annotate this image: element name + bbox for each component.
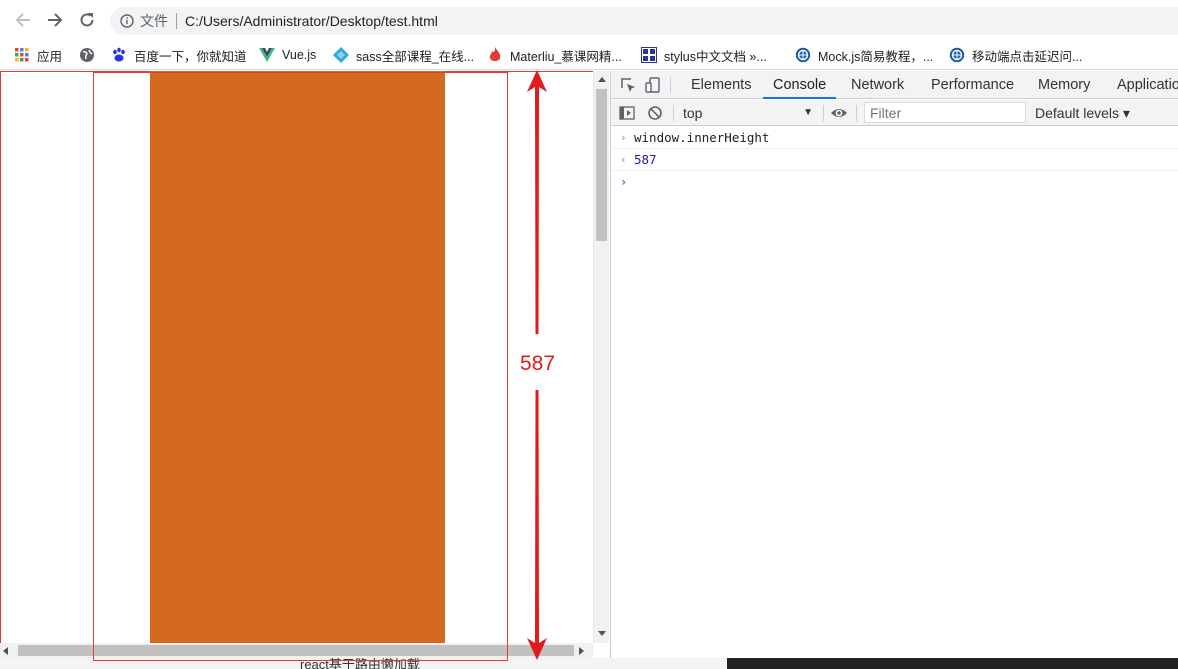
tab-elements[interactable]: Elements	[691, 71, 751, 99]
info-icon[interactable]	[120, 14, 134, 28]
device-toolbar-icon[interactable]	[644, 76, 662, 94]
reload-button[interactable]	[75, 8, 99, 32]
bookmark-stylus[interactable]: stylus中文文档 »...	[641, 44, 767, 66]
bookmark-sass[interactable]: sass全部课程_在线...	[333, 44, 474, 66]
toolbar-separator	[673, 105, 674, 121]
toolbar-separator	[823, 105, 824, 121]
console-prompt-row[interactable]: ›	[611, 171, 1178, 193]
mock-globe-icon	[795, 47, 811, 63]
bookmark-label: Mock.js简易教程，...	[818, 49, 934, 64]
clear-console-icon[interactable]	[647, 105, 663, 121]
bookmark-mockjs[interactable]: Mock.js简易教程，...	[795, 44, 933, 66]
bookmark-label: 应用	[37, 49, 63, 64]
input-chevron-icon: ›	[620, 131, 627, 144]
orange-block	[150, 71, 445, 643]
tab-separator	[670, 77, 671, 93]
globe-icon	[79, 47, 95, 63]
baidu-paw-icon	[111, 47, 127, 63]
flame-icon	[487, 47, 503, 63]
bookmark-apps[interactable]: 应用	[14, 44, 62, 66]
page-viewport	[0, 71, 593, 643]
bookmark-label: sass全部课程_在线...	[356, 49, 475, 64]
console-result-value: 587	[634, 152, 657, 167]
tab-console[interactable]: Console	[763, 71, 837, 99]
bookmark-materliu[interactable]: Materliu_慕课网精...	[487, 44, 622, 66]
apps-grid-icon	[14, 47, 30, 63]
bookmark-globe[interactable]	[79, 44, 102, 66]
url-text[interactable]: C:/Users/Administrator/Desktop/test.html	[185, 13, 438, 29]
bookmarks-bar: 应用 百度一下，你就知道 Vue.js sass全部课程_在线... Mater…	[0, 40, 1178, 70]
arrow-right-icon	[48, 13, 63, 27]
tab-memory[interactable]: Memory	[1038, 71, 1090, 99]
tab-application[interactable]: Applicatio	[1117, 71, 1178, 99]
console-input-text: window.innerHeight	[634, 130, 770, 145]
toolbar-separator	[856, 105, 857, 121]
horizontal-scrollbar[interactable]	[0, 643, 593, 658]
arrow-left-icon	[15, 13, 30, 27]
background-dark-panel	[727, 658, 1178, 669]
bookmark-label: 移动端点击延迟问...	[972, 49, 1083, 64]
bookmark-label: stylus中文文档 »...	[664, 49, 767, 64]
background-link-text: react基于路由懒加载	[300, 658, 420, 669]
context-value: top	[683, 105, 703, 121]
address-separator	[176, 13, 177, 29]
scroll-up-arrow-icon[interactable]	[594, 73, 610, 85]
address-bar[interactable]: 文件 C:/Users/Administrator/Desktop/test.h…	[110, 7, 1178, 35]
tab-performance[interactable]: Performance	[931, 71, 1014, 99]
sidebar-toggle-icon[interactable]	[619, 105, 635, 121]
forward-button[interactable]	[43, 8, 67, 32]
horizontal-scroll-thumb[interactable]	[18, 645, 574, 656]
bookmark-mobile-click[interactable]: 移动端点击延迟问...	[949, 44, 1082, 66]
browser-toolbar: 文件 C:/Users/Administrator/Desktop/test.h…	[0, 0, 1178, 40]
vertical-scroll-thumb[interactable]	[596, 89, 607, 241]
scroll-down-arrow-icon[interactable]	[594, 627, 610, 639]
annotation-height-label: 587	[519, 352, 557, 376]
console-input-row: › window.innerHeight	[611, 127, 1178, 149]
console-output[interactable]: › window.innerHeight ‹ 587 ›	[611, 127, 1178, 658]
sass-diamond-icon	[333, 47, 349, 63]
inspect-element-icon[interactable]	[619, 76, 637, 94]
file-scheme-label: 文件	[140, 13, 168, 29]
console-result-row: ‹ 587	[611, 149, 1178, 171]
eye-icon[interactable]	[830, 105, 848, 121]
mock-globe-icon	[949, 47, 965, 63]
bookmark-label: Vue.js	[282, 48, 317, 62]
dropdown-arrow-icon: ▼	[803, 107, 813, 118]
bookmark-vue[interactable]: Vue.js	[259, 44, 316, 66]
reload-icon	[80, 13, 94, 27]
scroll-right-arrow-icon[interactable]	[579, 645, 589, 656]
context-selector[interactable]: top ▼	[683, 103, 813, 123]
doc-grid-icon	[641, 47, 657, 63]
devtools-tab-bar: Elements Console Network Performance Mem…	[611, 71, 1178, 99]
bookmark-label: 百度一下，你就知道	[134, 49, 247, 64]
devtools-panel: Elements Console Network Performance Mem…	[610, 71, 1178, 658]
bookmark-baidu[interactable]: 百度一下，你就知道	[111, 44, 247, 66]
console-toolbar: top ▼ Default levels ▾	[611, 100, 1178, 126]
vue-logo-icon	[259, 47, 275, 63]
vertical-scrollbar[interactable]	[593, 71, 609, 643]
scroll-left-arrow-icon[interactable]	[3, 645, 13, 656]
tab-network[interactable]: Network	[851, 71, 904, 99]
prompt-chevron-icon: ›	[620, 175, 628, 189]
bookmark-label: Materliu_慕课网精...	[510, 49, 622, 64]
filter-input[interactable]	[864, 102, 1026, 123]
log-levels-dropdown[interactable]: Default levels ▾	[1035, 103, 1130, 123]
back-button[interactable]	[11, 8, 35, 32]
result-arrow-icon: ‹	[620, 153, 627, 166]
background-window-strip: react基于路由懒加载	[0, 658, 1178, 669]
